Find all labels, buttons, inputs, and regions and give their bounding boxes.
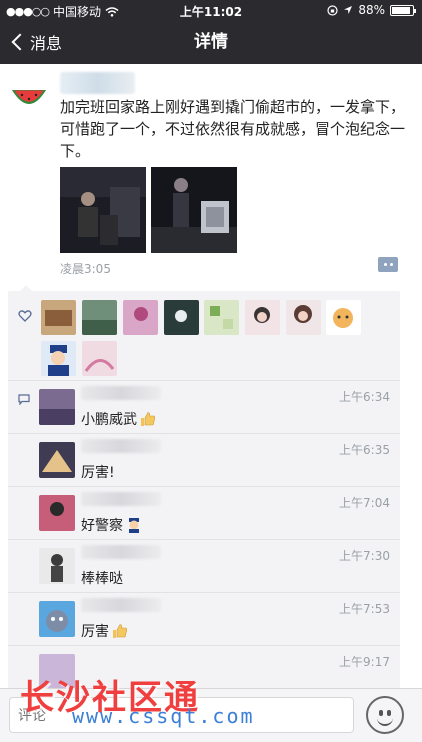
police-officer-icon bbox=[129, 518, 139, 533]
status-bar: ●●●○○ 中国移动 上午11:02 88% bbox=[0, 0, 422, 20]
comment-item[interactable]: 厉害! 上午6:35 bbox=[8, 434, 400, 487]
author-name-blurred[interactable] bbox=[60, 72, 135, 94]
comment-item[interactable]: 厉害 上午7:53 bbox=[8, 593, 400, 646]
emoji-button[interactable] bbox=[366, 696, 404, 734]
commenter-name-blurred[interactable] bbox=[81, 439, 161, 453]
smiley-mouth bbox=[377, 718, 393, 726]
commenter-name-blurred[interactable] bbox=[81, 598, 161, 612]
commenter-avatar[interactable] bbox=[39, 548, 75, 584]
author-avatar[interactable] bbox=[8, 74, 50, 116]
post-photo-2[interactable] bbox=[151, 167, 237, 253]
commenter-avatar[interactable] bbox=[39, 654, 75, 690]
commenter-avatar[interactable] bbox=[39, 442, 75, 478]
thumbs-up-icon bbox=[113, 624, 127, 638]
post-time: 凌晨3:05 bbox=[60, 262, 111, 276]
likes-row bbox=[8, 291, 400, 381]
comment-time: 上午7:04 bbox=[339, 496, 390, 510]
commenter-name-blurred[interactable] bbox=[81, 545, 161, 559]
comment-item[interactable]: 棒棒哒 上午7:30 bbox=[8, 540, 400, 593]
liker-avatar[interactable] bbox=[123, 300, 158, 335]
liker-avatar[interactable] bbox=[245, 300, 280, 335]
comment-content: 小鹏威武 bbox=[81, 409, 156, 429]
comment-time: 上午9:17 bbox=[339, 655, 390, 669]
battery-percent: 88% bbox=[358, 3, 385, 17]
comment-item[interactable]: 好警察 上午7:04 bbox=[8, 487, 400, 540]
commenter-avatar[interactable] bbox=[39, 601, 75, 637]
liker-avatar[interactable] bbox=[82, 300, 117, 335]
smiley-eye bbox=[379, 710, 383, 716]
battery-fill bbox=[392, 6, 410, 14]
commenter-name-blurred[interactable] bbox=[81, 492, 161, 506]
dot-icon bbox=[383, 263, 387, 266]
comment-text: 棒棒哒 bbox=[81, 571, 123, 587]
page-title: 详情 bbox=[194, 32, 228, 52]
thumbs-up-icon bbox=[141, 412, 155, 426]
liker-avatar[interactable] bbox=[326, 300, 361, 335]
comment-time: 上午7:30 bbox=[339, 549, 390, 563]
commenter-avatar[interactable] bbox=[39, 495, 75, 531]
comment-text: 厉害! bbox=[81, 465, 115, 481]
liker-avatar[interactable] bbox=[286, 300, 321, 335]
dot-icon bbox=[389, 263, 393, 266]
nav-bar: 消息 详情 bbox=[0, 20, 422, 64]
liker-avatar[interactable] bbox=[82, 341, 117, 376]
smiley-eye bbox=[387, 710, 391, 716]
commenter-name-blurred[interactable] bbox=[81, 386, 161, 400]
interaction-panel: 小鹏威武 上午6:34 厉害! 上午6:35 好警察 上午7:04 棒棒哒 上午… bbox=[8, 285, 400, 699]
photo-night-scene bbox=[151, 167, 237, 253]
comment-content: 好警察 bbox=[81, 515, 142, 535]
comment-text: 好警察 bbox=[81, 518, 123, 534]
comment-content: 厉害! bbox=[81, 462, 115, 482]
comment-item[interactable]: 小鹏威武 上午6:34 bbox=[8, 381, 400, 434]
liker-avatar[interactable] bbox=[41, 341, 76, 376]
comment-input[interactable] bbox=[9, 697, 354, 733]
comment-text: 小鹏威武 bbox=[81, 412, 137, 428]
liker-avatar[interactable] bbox=[41, 300, 76, 335]
more-actions-button[interactable] bbox=[378, 257, 398, 272]
comment-content: 棒棒哒 bbox=[81, 568, 123, 588]
comment-time: 上午6:35 bbox=[339, 443, 390, 457]
liker-avatar[interactable] bbox=[204, 300, 239, 335]
heart-icon bbox=[18, 310, 32, 322]
comment-bubble-icon bbox=[18, 394, 30, 405]
comment-list: 小鹏威武 上午6:34 厉害! 上午6:35 好警察 上午7:04 棒棒哒 上午… bbox=[8, 381, 400, 699]
post-text: 加完班回家路上刚好遇到撬门偷超市的，一发拿下，可惜跑了一个，不过依然很有成就感，… bbox=[60, 98, 406, 160]
liker-avatar[interactable] bbox=[164, 300, 199, 335]
comment-time: 上午7:53 bbox=[339, 602, 390, 616]
post-photo-1[interactable] bbox=[60, 167, 146, 253]
location-arrow-icon bbox=[344, 6, 353, 14]
comment-content: 厉害 bbox=[81, 621, 128, 641]
comment-time: 上午6:34 bbox=[339, 390, 390, 404]
photo-night-scene bbox=[60, 167, 146, 253]
comment-input-bar bbox=[0, 688, 422, 742]
comment-text: 厉害 bbox=[81, 624, 109, 640]
rotation-lock-icon bbox=[327, 4, 338, 16]
watermelon-icon bbox=[8, 74, 50, 116]
battery-icon bbox=[390, 4, 416, 16]
commenter-avatar[interactable] bbox=[39, 389, 75, 425]
